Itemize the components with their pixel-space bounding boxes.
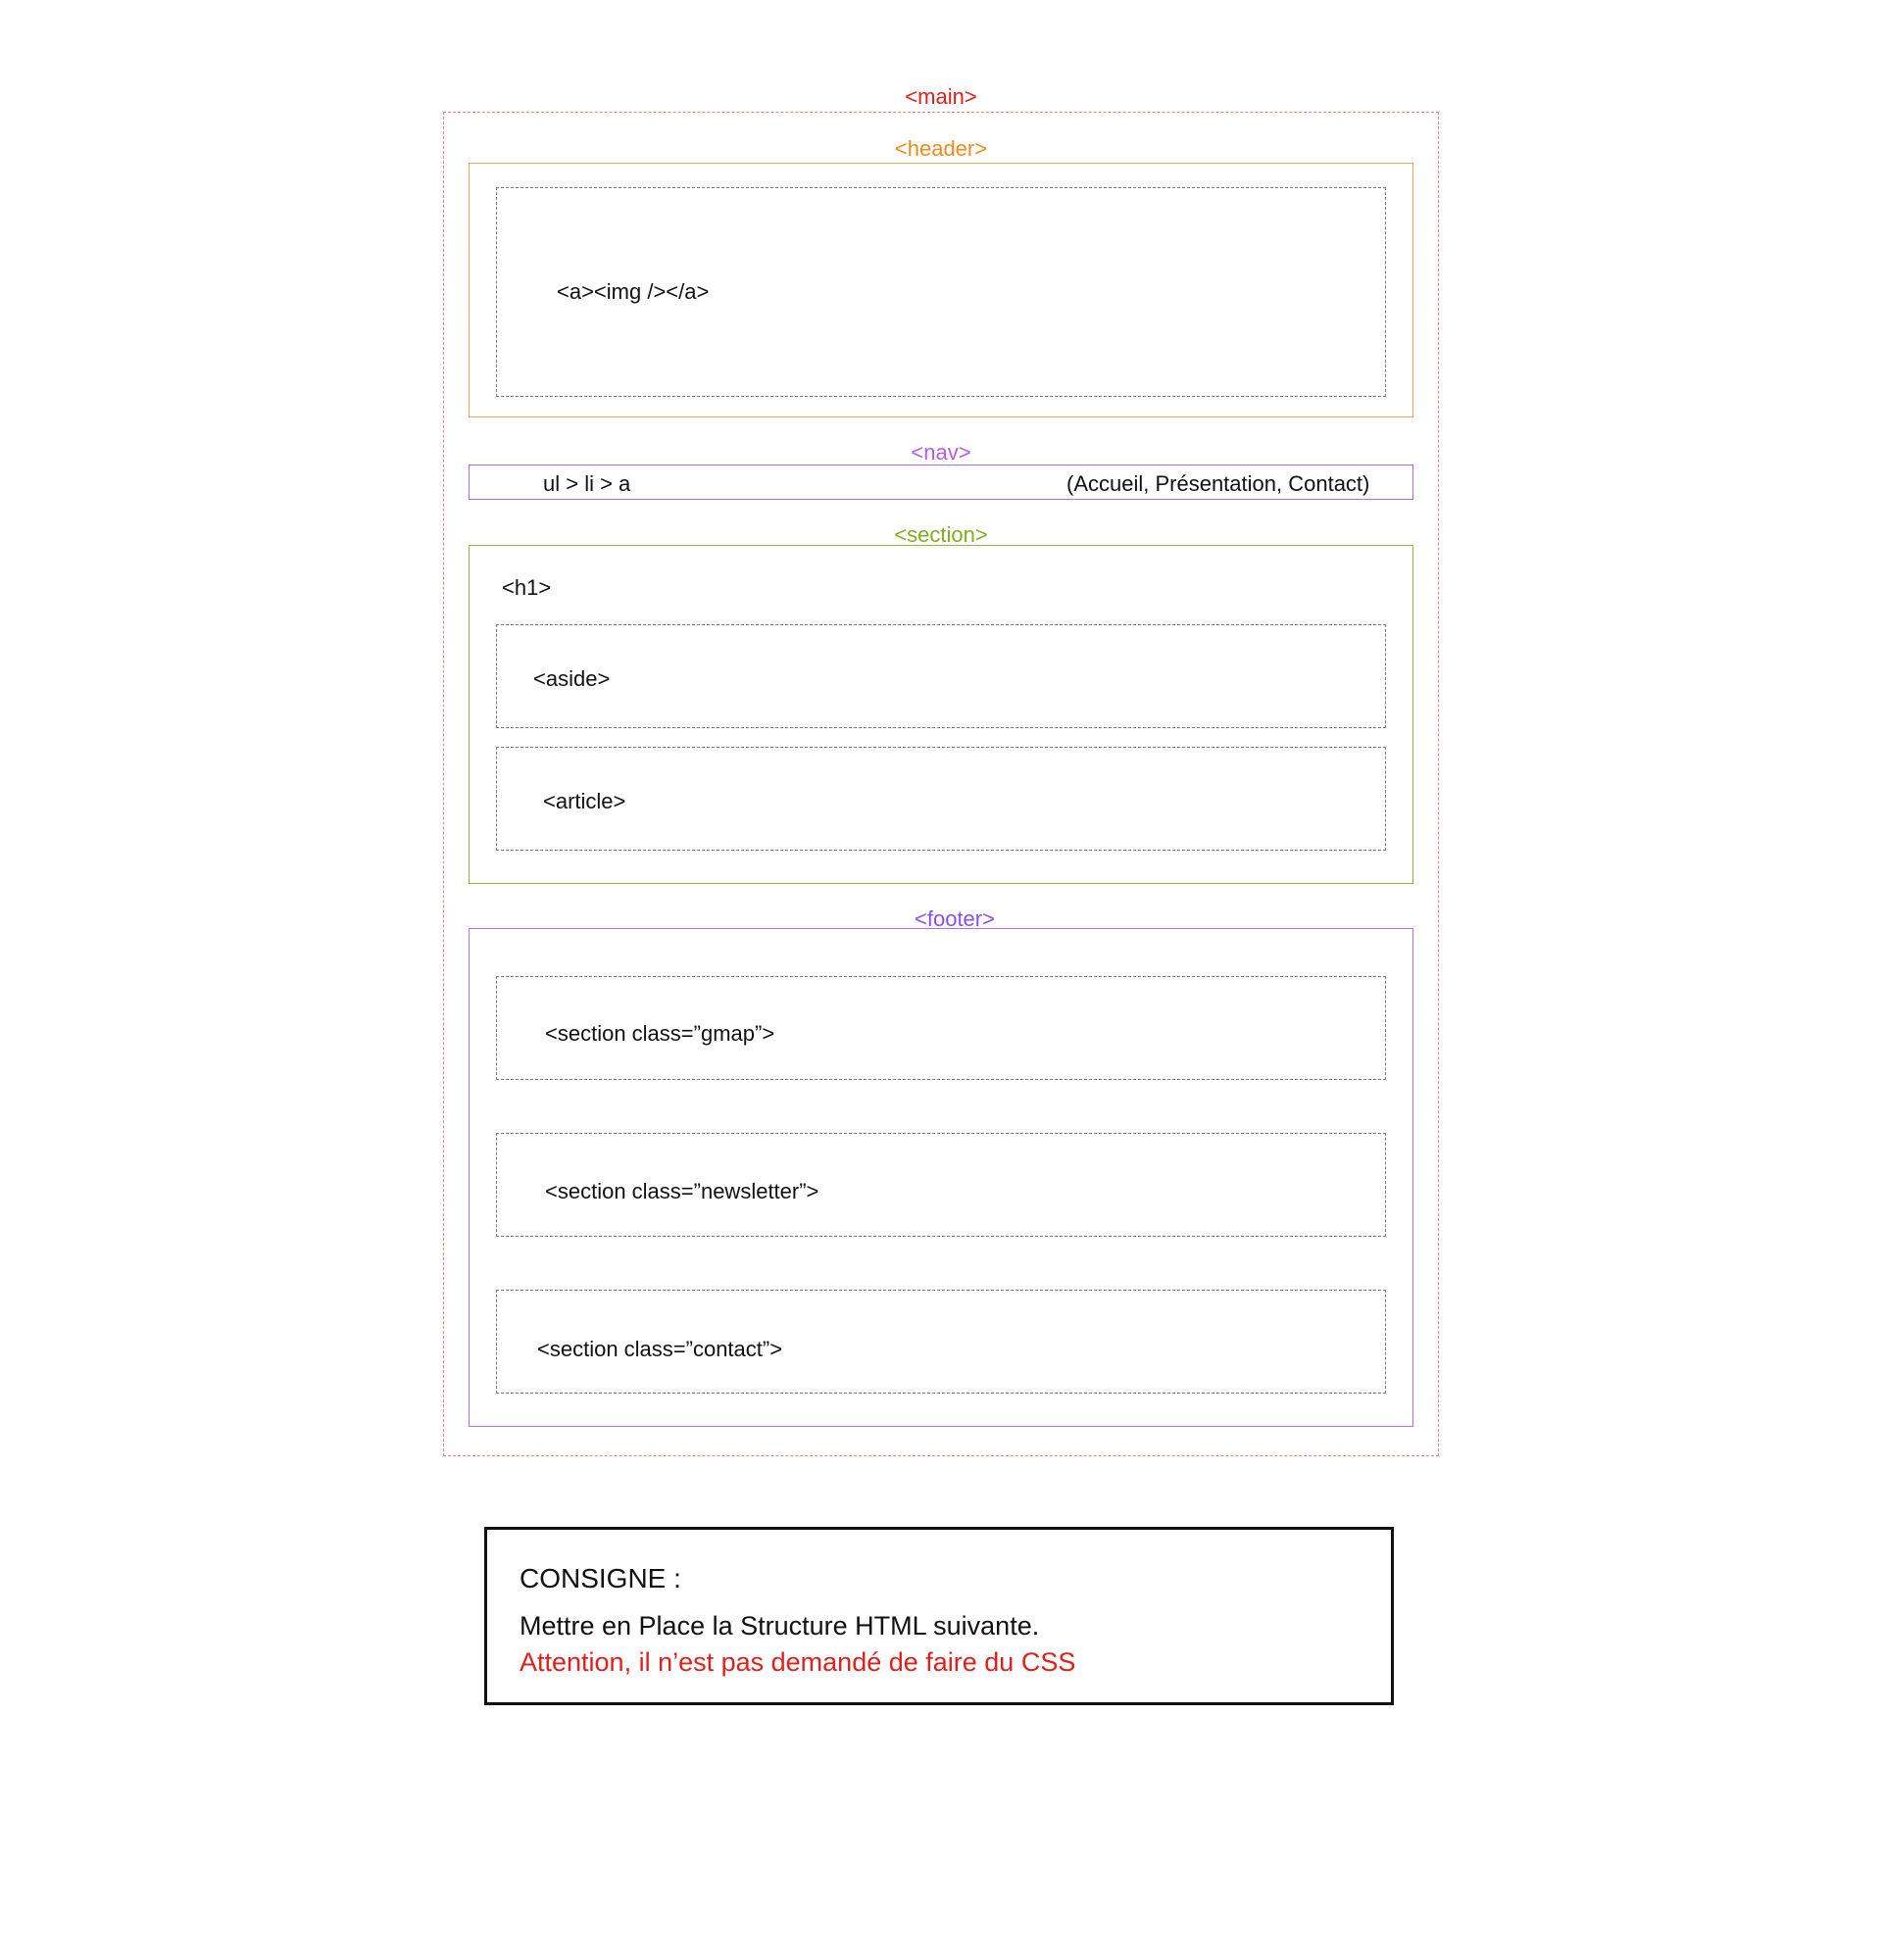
main-label: <main> (905, 84, 977, 109)
nav-structure-text: ul > li > a (543, 471, 631, 496)
consigne-instruction: Mettre en Place la Structure HTML suivan… (520, 1611, 1040, 1641)
header-label: <header> (894, 136, 988, 161)
article-text: <article> (543, 789, 626, 813)
header-link-image-text: <a><img /></a> (557, 279, 710, 304)
aside-text: <aside> (533, 666, 611, 691)
section-h1-text: <h1> (502, 575, 552, 600)
gmap-section-text: <section class=”gmap”> (545, 1021, 775, 1046)
article-placeholder (496, 747, 1386, 851)
consigne-warning: Attention, il n’est pas demandé de faire… (520, 1647, 1076, 1677)
aside-placeholder (496, 624, 1386, 728)
newsletter-section-text: <section class=”newsletter”> (545, 1179, 819, 1203)
nav-items-text: (Accueil, Présentation, Contact) (1066, 471, 1370, 496)
contact-section-text: <section class=”contact”> (537, 1337, 783, 1361)
nav-label: <nav> (911, 440, 971, 465)
consigne-title: CONSIGNE : (520, 1563, 681, 1593)
footer-label: <footer> (915, 906, 995, 931)
section-label: <section> (894, 522, 988, 547)
